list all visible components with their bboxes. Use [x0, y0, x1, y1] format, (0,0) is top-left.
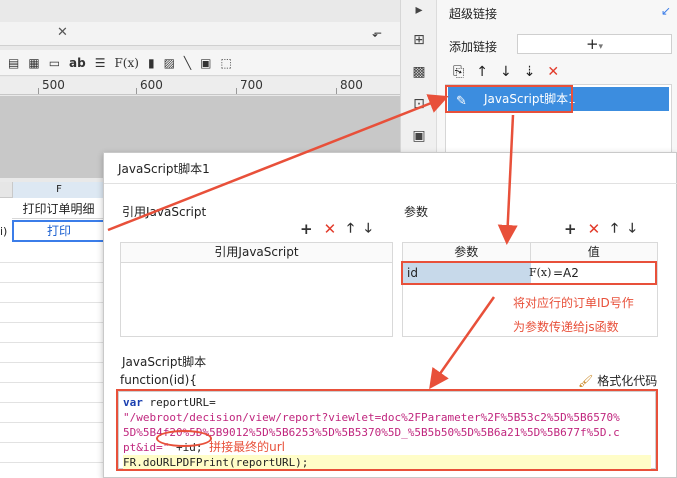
- dialog-title: JavaScript脚本1: [118, 162, 210, 176]
- panel-title: 超级链接: [449, 7, 498, 21]
- tab-bar: ✕ ⬐: [0, 22, 400, 46]
- arrow-down-icon[interactable]: 🡓: [365, 221, 372, 237]
- brush-icon: 🖌: [578, 374, 594, 388]
- link-toolbar: ⎘ ↑ ↓ ⇣ ✕: [453, 64, 559, 80]
- border-icon[interactable]: ⬚: [220, 53, 231, 73]
- delete-icon[interactable]: ✕: [324, 221, 337, 237]
- widget-icon[interactable]: ▩: [409, 64, 429, 82]
- grid-icon[interactable]: ▦: [28, 53, 39, 73]
- ruler: 500 600 700 800: [0, 77, 400, 95]
- sort-icon[interactable]: ⇣: [524, 64, 536, 80]
- param-column-header: 参数: [403, 243, 531, 262]
- format-toolbar: ▤ ▦ ▭ ab ☰ F(x) ▮ ▨ ╲ ▣ ⬚: [0, 50, 400, 76]
- format-code-label: 格式化代码: [597, 374, 658, 388]
- format-code-button[interactable]: 🖌 格式化代码: [578, 372, 657, 389]
- arrow-up-icon[interactable]: 🡑: [347, 221, 354, 237]
- arrow-down-icon[interactable]: 🡓: [629, 221, 636, 237]
- highlight-oval: [156, 430, 212, 447]
- add-icon[interactable]: +: [564, 221, 577, 237]
- highlight-box: [401, 261, 657, 285]
- chart-icon[interactable]: ▮: [148, 53, 155, 73]
- column-header-row: F: [0, 182, 110, 198]
- align-icon[interactable]: ☰: [95, 53, 106, 73]
- close-icon[interactable]: ✕: [57, 25, 68, 40]
- copy-icon[interactable]: ⎘: [453, 64, 464, 80]
- script-section-label: JavaScript脚本: [122, 355, 207, 369]
- delete-icon[interactable]: ✕: [547, 64, 559, 80]
- arrow-down-icon[interactable]: ↓: [500, 64, 512, 80]
- panel-icon[interactable]: ▣: [409, 128, 429, 146]
- diagonal-line-icon[interactable]: ╲: [184, 53, 191, 73]
- chevron-right-icon[interactable]: ▸: [409, 2, 429, 20]
- cell-print[interactable]: 打印: [12, 220, 106, 242]
- param-toolbar: + ✕ 🡑 🡓: [564, 221, 636, 237]
- pin-icon[interactable]: ⬐: [372, 26, 382, 40]
- column-header-f[interactable]: F: [12, 182, 106, 198]
- annotation-line: 将对应行的订单ID号作: [513, 296, 634, 310]
- table-icon[interactable]: ▤: [8, 53, 19, 73]
- ref-column-header: 引用JavaScript: [121, 243, 392, 263]
- highlight-box: [116, 389, 658, 471]
- ruler-label: 600: [140, 78, 163, 92]
- delete-icon[interactable]: ✕: [588, 221, 601, 237]
- plus-icon: +: [585, 35, 599, 53]
- layout-icon[interactable]: ⊡: [409, 96, 429, 114]
- add-link-button[interactable]: +▾: [517, 34, 672, 54]
- value-column-header: 值: [587, 245, 600, 259]
- javascript-dialog: JavaScript脚本1 引用JavaScript 参数 + ✕ 🡑 🡓 + …: [103, 152, 677, 478]
- rect-icon[interactable]: ▣: [200, 53, 211, 73]
- arrow-up-icon[interactable]: 🡑: [611, 221, 618, 237]
- line-icon[interactable]: ▭: [49, 53, 60, 73]
- ref-toolbar: + ✕ 🡑 🡓: [300, 221, 372, 237]
- expand-icon[interactable]: ↙: [661, 4, 671, 18]
- text-ab-icon[interactable]: ab: [69, 53, 86, 73]
- spreadsheet: F 打印订单明细 i) 打印: [0, 182, 110, 478]
- cell-attr-icon[interactable]: ⊞: [409, 32, 429, 50]
- ruler-label: 800: [340, 78, 363, 92]
- ruler-label: 700: [240, 78, 263, 92]
- add-icon[interactable]: +: [300, 221, 313, 237]
- formula-icon[interactable]: F(x): [114, 53, 138, 73]
- param-section-label: 参数: [404, 205, 429, 219]
- ruler-label: 500: [42, 78, 65, 92]
- cell-header[interactable]: 打印订单明细: [12, 199, 106, 219]
- arrow-up-icon[interactable]: ↑: [476, 64, 488, 80]
- cell-partial[interactable]: i): [0, 222, 12, 242]
- highlight-box: [445, 85, 573, 113]
- param-annotation: 将对应行的订单ID号作 为参数传递给js函数: [513, 291, 634, 339]
- ref-section-label: 引用JavaScript: [122, 205, 207, 219]
- ref-table: 引用JavaScript: [120, 242, 393, 337]
- annotation-line: 为参数传递给js函数: [513, 320, 619, 334]
- function-signature: function(id){: [120, 373, 197, 387]
- add-link-label: 添加链接: [449, 40, 498, 54]
- image-icon[interactable]: ▨: [164, 53, 175, 73]
